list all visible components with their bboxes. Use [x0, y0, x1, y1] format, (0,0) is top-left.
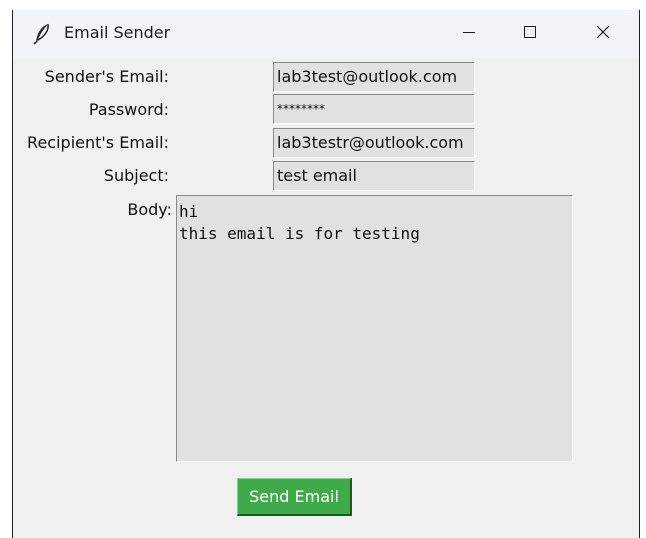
- password-field[interactable]: ********: [273, 94, 475, 124]
- feather-icon: [33, 23, 51, 45]
- email-sender-window: Email Sender Sender's Email: lab3test@ou…: [12, 10, 640, 538]
- window-title: Email Sender: [64, 23, 171, 42]
- close-button[interactable]: [580, 10, 626, 54]
- recipient-email-label: Recipient's Email:: [27, 133, 169, 152]
- password-label: Password:: [88, 100, 169, 119]
- subject-label: Subject:: [103, 166, 169, 185]
- body-textarea[interactable]: hi this email is for testing: [176, 195, 573, 462]
- body-label: Body:: [127, 200, 172, 219]
- minimize-button[interactable]: [446, 10, 492, 54]
- send-email-button[interactable]: Send Email: [237, 478, 352, 516]
- maximize-icon: [523, 25, 537, 39]
- subject-field[interactable]: test email: [273, 161, 475, 191]
- minimize-icon: [462, 25, 476, 39]
- recipient-email-field[interactable]: lab3testr@outlook.com: [273, 128, 475, 158]
- maximize-button[interactable]: [507, 10, 553, 54]
- sender-email-label: Sender's Email:: [44, 67, 169, 86]
- title-bar[interactable]: Email Sender: [13, 10, 639, 58]
- sender-email-field[interactable]: lab3test@outlook.com: [273, 62, 475, 92]
- close-icon: [595, 24, 611, 40]
